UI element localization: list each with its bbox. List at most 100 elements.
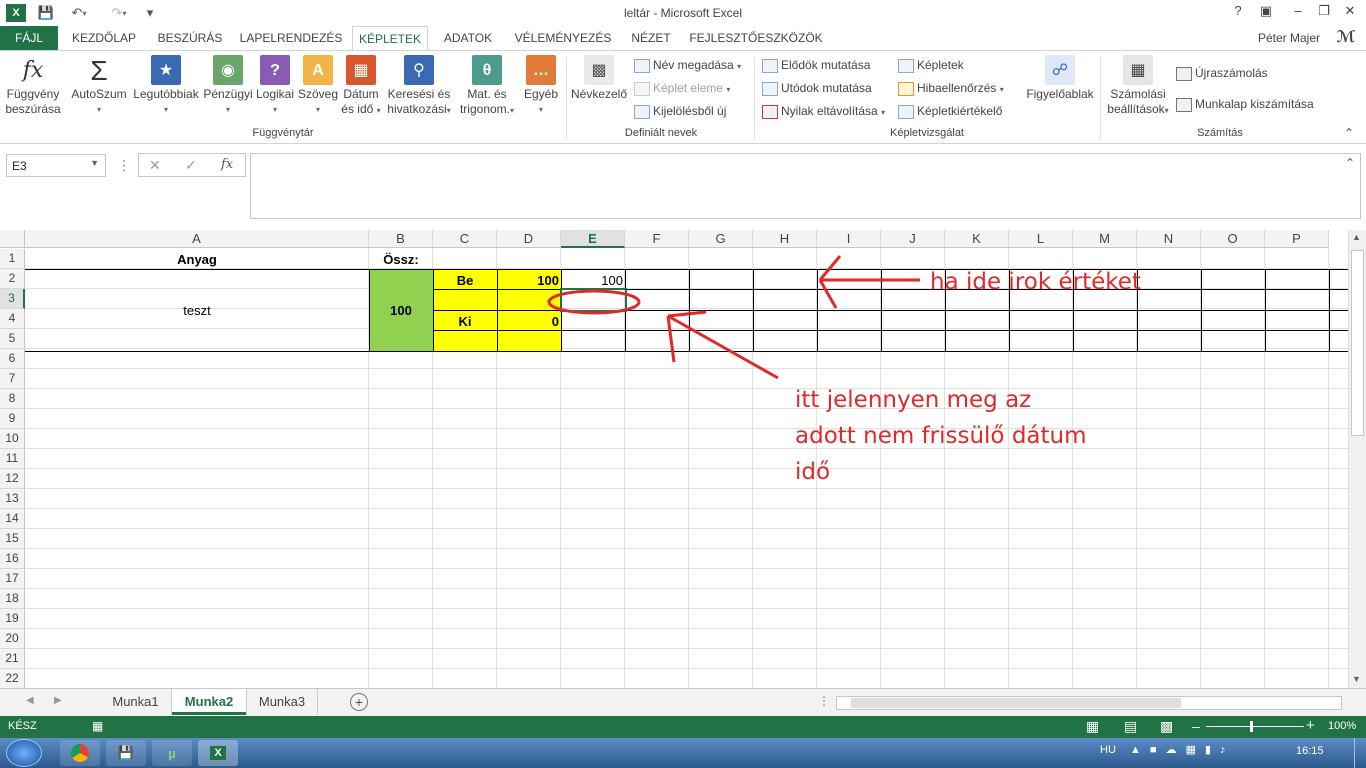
enter-icon[interactable]: ✓ (185, 157, 197, 174)
vertical-scrollbar[interactable]: ▲ ▼ (1348, 230, 1366, 688)
annotation-ellipse (547, 289, 641, 315)
math-label: Mat. és (467, 87, 507, 101)
scroll-down-icon[interactable]: ▼ (1352, 674, 1361, 684)
cancel-icon[interactable]: ✕ (149, 157, 161, 174)
user-avatar[interactable]: ℳ (1334, 26, 1358, 50)
horizontal-scrollbar[interactable] (836, 696, 1342, 710)
normal-view-icon[interactable]: ▦ (1086, 718, 1099, 735)
recent-functions-button[interactable]: ★ Legutóbbiak ▾ (130, 55, 202, 117)
zoom-level[interactable]: 100% (1328, 720, 1356, 732)
collapse-ribbon-icon[interactable]: ⌃ (1344, 123, 1354, 143)
insert-function-icon[interactable]: fx (221, 157, 233, 172)
show-formulas-button[interactable]: Képletek (898, 55, 964, 75)
tab-review[interactable]: VÉLEMÉNYEZÉS (510, 26, 616, 50)
datetime-button[interactable]: ▦ Dátum és idő ▾ (340, 55, 382, 118)
prev-sheet-icon[interactable]: ◀ (26, 695, 34, 706)
zoom-slider-thumb[interactable] (1250, 721, 1253, 732)
evaluate-formula-button[interactable]: Képletkiértékelő (898, 101, 1002, 121)
autosum-button[interactable]: Σ AutoSzum ▾ (68, 55, 130, 117)
formula-bar: E3 ▼ ⋮ ✕ ✓ fx ⌃ (0, 144, 1366, 230)
calculator-icon: ▦ (1123, 55, 1153, 85)
lookup-icon: ⚲ (404, 55, 434, 85)
text-button[interactable]: A Szöveg ▾ (296, 55, 340, 117)
tab-page-layout[interactable]: LAPELRENDEZÉS (238, 26, 344, 50)
logical-button[interactable]: ? Logikai ▾ (254, 55, 296, 117)
remove-arrows-button[interactable]: Nyilak eltávolítása ▾ (762, 101, 885, 121)
watch-window-label: Figyelőablak (1026, 87, 1094, 101)
more-dots-icon: ⋮ (117, 157, 131, 173)
next-sheet-icon[interactable]: ▶ (54, 695, 62, 706)
clock[interactable]: 16:15 (1296, 745, 1324, 757)
worksheet-grid[interactable]: ABCDEFGHIJKLMNOP 1 2 3 4 5 6 7 8 9 10 11 12 13 14 15 16… (0, 230, 1348, 688)
input-language[interactable]: HU (1100, 744, 1116, 756)
insert-function-label-2: beszúrása (5, 102, 61, 116)
annotation-text-2a: itt jelennyen meg az (795, 387, 1032, 413)
tab-developer[interactable]: FEJLESZTŐESZKÖZÖK (688, 26, 824, 50)
insert-function-button[interactable]: fx Függvény beszúrása (2, 55, 64, 117)
star-icon: ★ (151, 55, 181, 85)
close-icon[interactable]: ✕ (1338, 3, 1362, 21)
calc-now-button[interactable]: Újraszámolás (1176, 63, 1268, 83)
trace-dependents-button[interactable]: Utódok mutatása (762, 78, 872, 98)
trace-precedents-button[interactable]: Elődök mutatása (762, 55, 870, 75)
calc-sheet-button[interactable]: Munkalap kiszámítása (1176, 94, 1314, 114)
ribbon-display-icon[interactable]: ▣ (1254, 3, 1278, 21)
save-disk-app-icon[interactable]: 💾 (106, 740, 146, 766)
group-defined-names: Definiált nevek (624, 127, 698, 139)
tab-formulas[interactable]: KÉPLETEK (352, 26, 428, 51)
zoom-slider[interactable] (1206, 726, 1304, 727)
name-box[interactable]: E3 ▼ (6, 154, 106, 177)
scroll-up-icon[interactable]: ▲ (1352, 232, 1361, 242)
page-break-view-icon[interactable]: ▩ (1160, 718, 1173, 735)
lookup-button[interactable]: ⚲ Keresési és hivatkozási▾ (384, 55, 454, 118)
collapse-formula-icon[interactable]: ⌃ (1345, 156, 1355, 170)
scroll-thumb[interactable] (1351, 250, 1364, 436)
macro-record-icon[interactable]: ▦ (92, 719, 103, 733)
h-scroll-thumb[interactable] (851, 698, 1181, 708)
show-desktop-button[interactable] (1354, 738, 1366, 768)
split-handle-icon[interactable]: ⋮ (818, 694, 830, 708)
formula-input[interactable] (250, 153, 1361, 219)
coins-icon: ◉ (213, 55, 243, 85)
excel-taskbar-icon[interactable]: X (198, 740, 238, 766)
datetime-label: Dátum (343, 87, 379, 101)
tray-icons[interactable]: ▲■☁▦▮♪ (1130, 743, 1234, 756)
logical-label: Logikai (255, 87, 295, 101)
user-name[interactable]: Péter Majer (1244, 26, 1334, 50)
financial-button[interactable]: ◉ Pénzügyi ▾ (202, 55, 254, 117)
use-in-formula-button[interactable]: Képlet eleme ▾ (634, 78, 730, 98)
tab-view[interactable]: NÉZET (624, 26, 678, 50)
fx-icon: fx (22, 57, 44, 83)
name-manager-button[interactable]: ▩ Névkezelő (570, 55, 628, 102)
math-button[interactable]: θ Mat. és trigonom.▾ (454, 55, 520, 118)
create-from-selection-button[interactable]: Kijelölésből új (634, 101, 726, 121)
restore-icon[interactable]: ❐ (1312, 3, 1336, 21)
minimize-icon[interactable]: – (1286, 3, 1310, 21)
tab-home[interactable]: KEZDŐLAP (66, 26, 142, 50)
sheet-tab-munka3[interactable]: Munka3 (246, 689, 318, 715)
tab-data[interactable]: ADATOK (436, 26, 500, 50)
sheet-tab-munka2[interactable]: Munka2 (172, 689, 246, 715)
tab-insert[interactable]: BESZÚRÁS (152, 26, 228, 50)
financial-label: Pénzügyi (203, 87, 253, 101)
start-button-icon[interactable] (6, 739, 42, 767)
calc-options-label: Számolási (1110, 87, 1166, 101)
zoom-in-icon[interactable]: + (1306, 717, 1315, 734)
page-layout-view-icon[interactable]: ▤ (1124, 718, 1137, 735)
define-name-button[interactable]: Név megadása ▾ (634, 55, 741, 75)
watch-window-button[interactable]: ☍ Figyelőablak (1024, 55, 1096, 102)
calc-options-button[interactable]: ▦ Számolási beállítások▾ (1104, 55, 1172, 118)
more-functions-button[interactable]: … Egyéb ▾ (520, 55, 562, 117)
chrome-icon[interactable] (60, 740, 100, 766)
name-box-dropdown-icon[interactable]: ▼ (90, 158, 99, 168)
sheet-tab-munka1[interactable]: Munka1 (100, 689, 172, 715)
help-icon[interactable]: ? (1226, 3, 1250, 21)
new-sheet-icon[interactable]: + (350, 693, 368, 711)
group-formula-auditing: Képletvizsgálat (890, 127, 964, 139)
zoom-out-icon[interactable]: – (1192, 718, 1200, 734)
tab-file[interactable]: FÁJL (0, 26, 58, 50)
status-bar: KÉSZ ▦ ▦ ▤ ▩ – + 100% (0, 716, 1366, 738)
utorrent-icon[interactable]: µ (152, 740, 192, 766)
glasses-icon: ☍ (1045, 55, 1075, 85)
error-checking-button[interactable]: Hibaellenőrzés ▾ (898, 78, 1004, 98)
